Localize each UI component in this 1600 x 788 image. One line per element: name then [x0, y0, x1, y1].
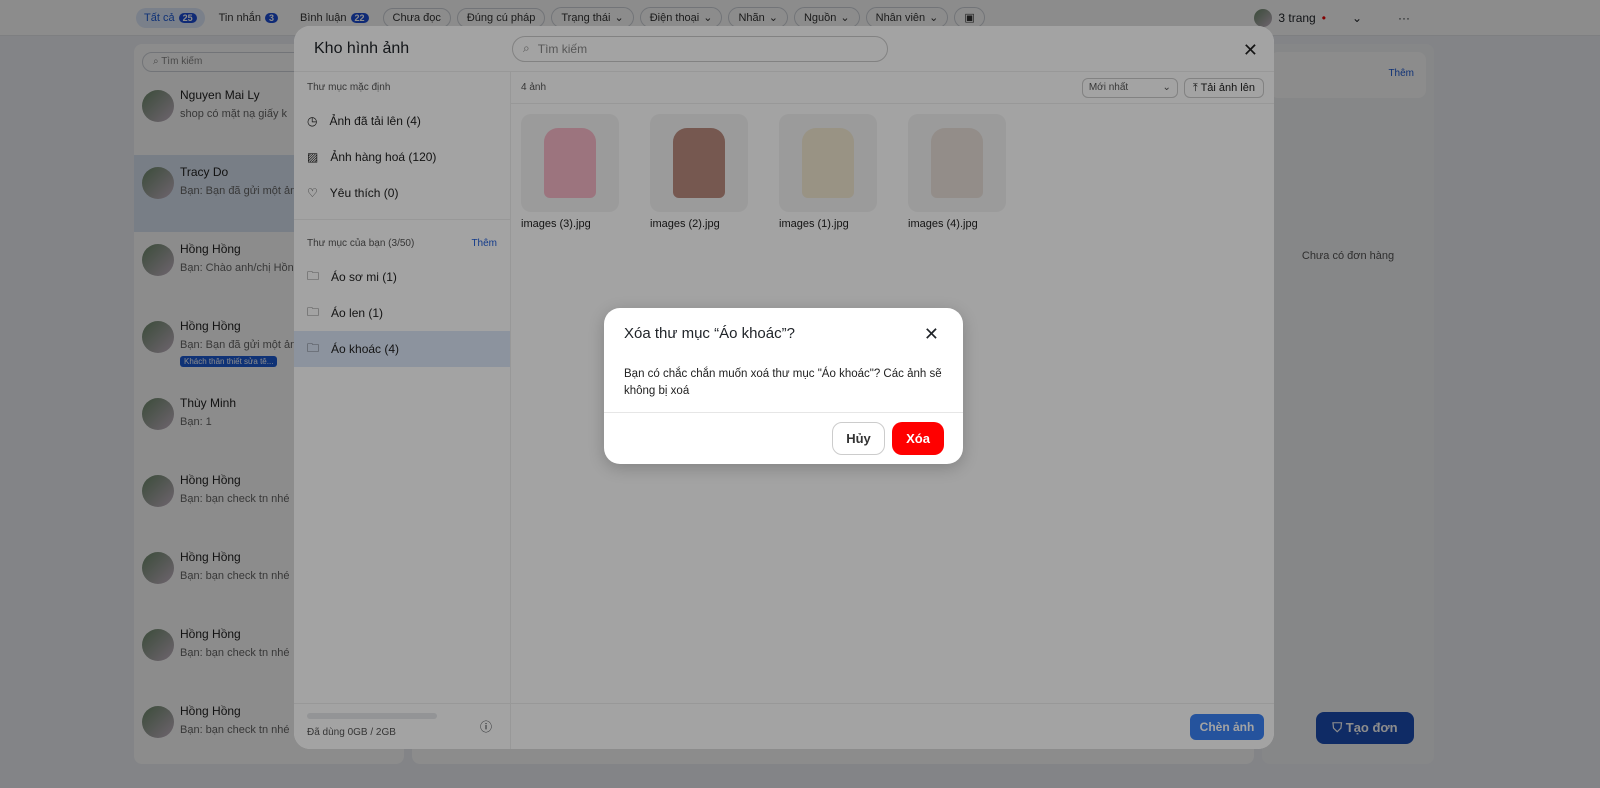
- dialog-title: Xóa thư mục “Áo khoác”?: [624, 325, 795, 342]
- dialog-message: Bạn có chắc chắn muốn xoá thư mục "Áo kh…: [624, 368, 942, 397]
- cancel-button[interactable]: Hủy: [832, 422, 885, 455]
- delete-button[interactable]: Xóa: [892, 422, 944, 455]
- delete-folder-dialog: Xóa thư mục “Áo khoác”? ✕ Bạn có chắc ch…: [604, 308, 963, 464]
- close-icon[interactable]: ✕: [924, 324, 939, 345]
